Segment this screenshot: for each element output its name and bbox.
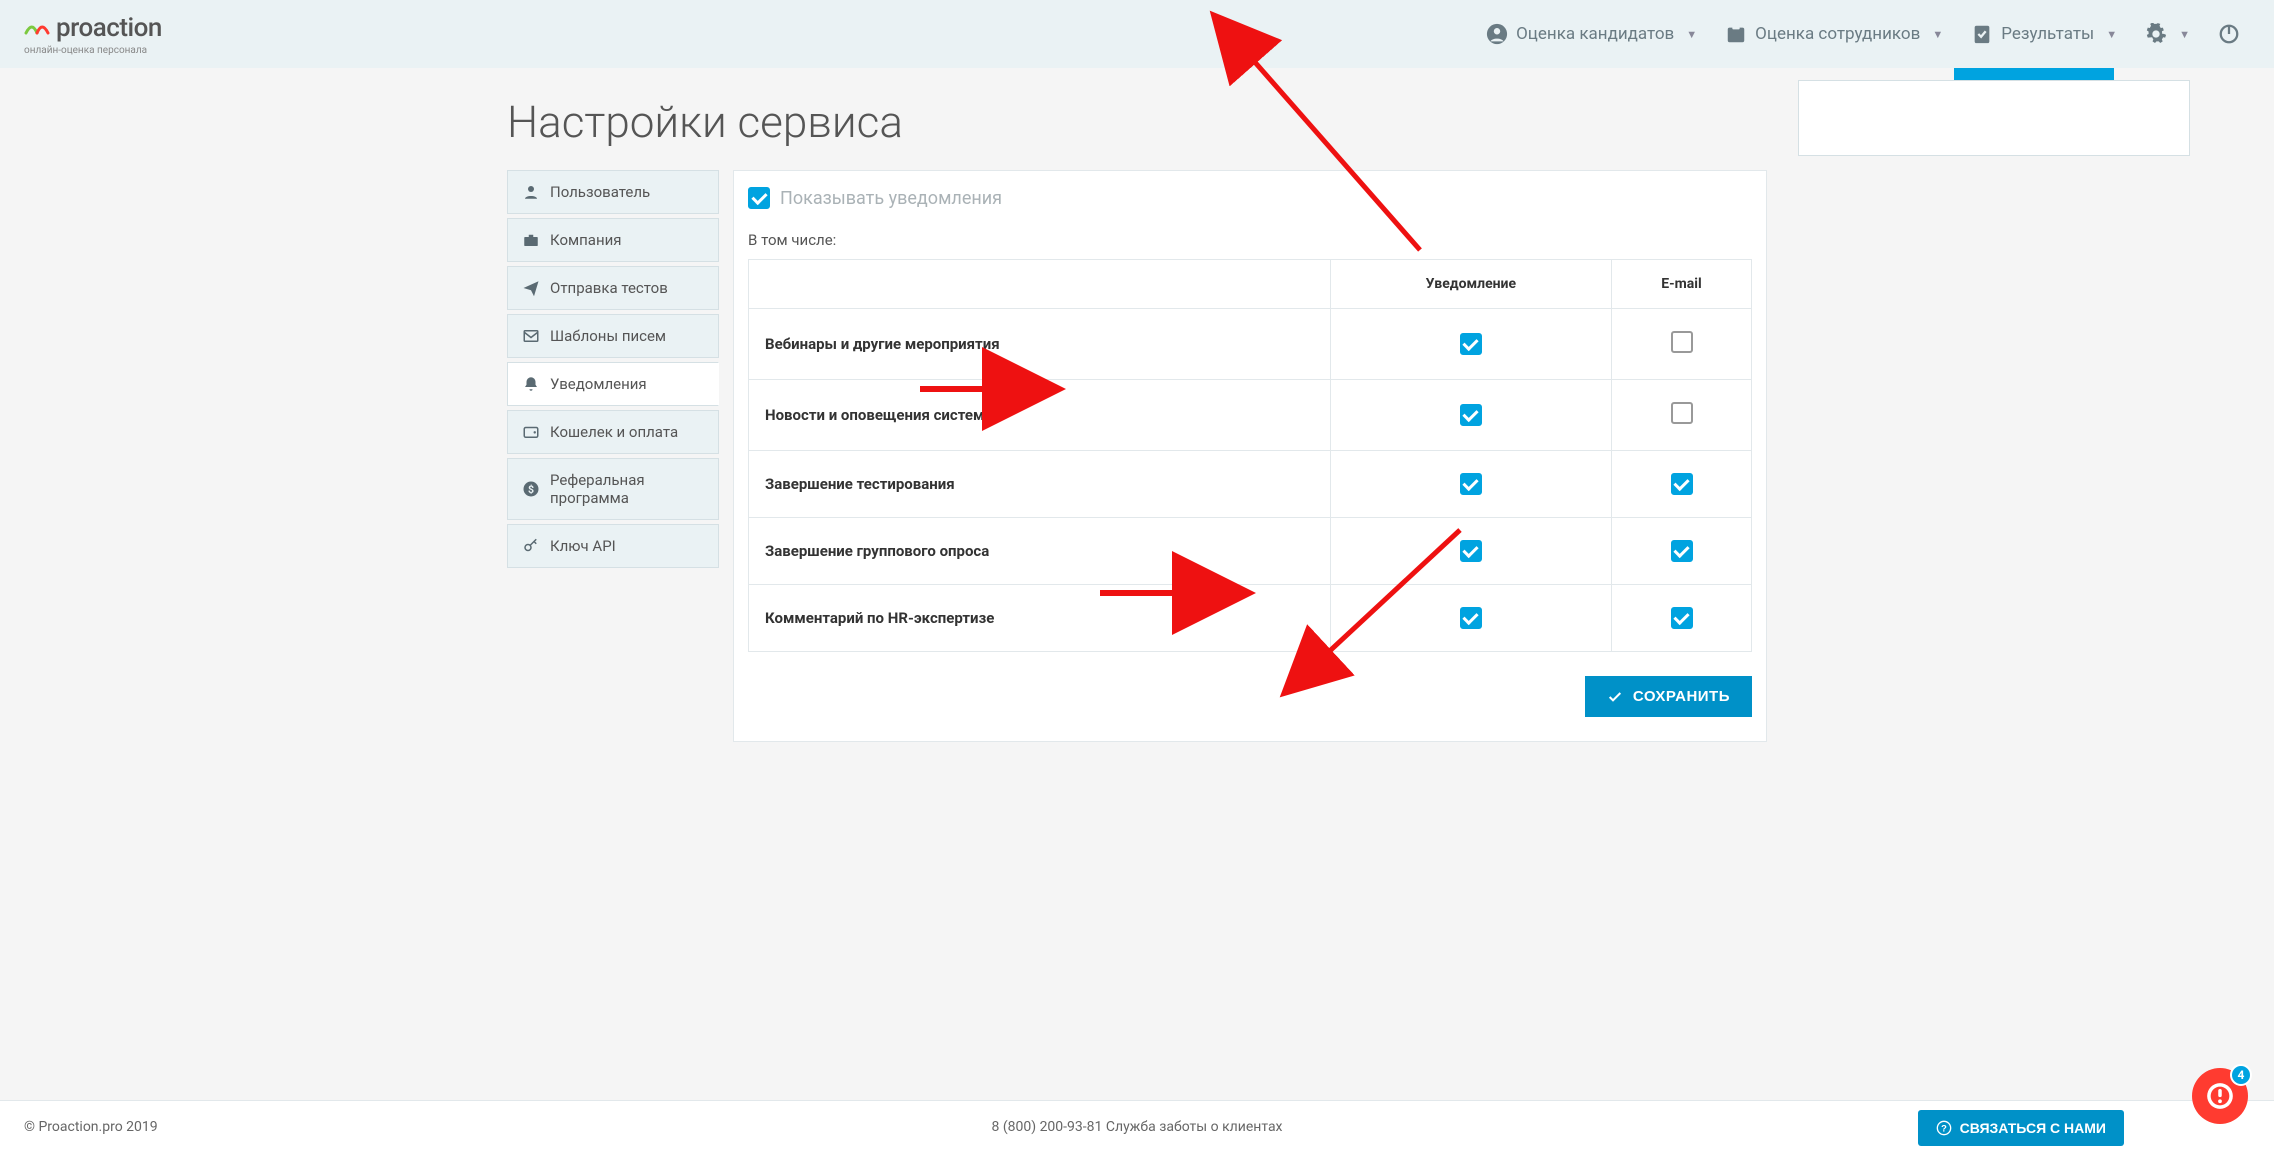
sidebar-tab-label: Отправка тестов: [550, 279, 668, 297]
sidebar-tab-7[interactable]: Ключ API: [507, 524, 719, 568]
sidebar-tab-label: Пользователь: [550, 183, 650, 201]
notifications-table: Уведомление E-mail Вебинары и другие мер…: [748, 259, 1752, 652]
sidebar-tab-6[interactable]: $ Реферальная программа: [507, 458, 719, 520]
row-label: Завершение тестирования: [765, 475, 955, 493]
sidebar-tab-label: Ключ API: [550, 537, 616, 555]
footer-phone: 8 (800) 200-93-81 Служба заботы о клиент…: [991, 1119, 1282, 1135]
row-label: Завершение группового опроса: [765, 542, 989, 560]
contact-us-label: СВЯЗАТЬСЯ С НАМИ: [1960, 1120, 2106, 1136]
col-email: E-mail: [1612, 260, 1752, 309]
svg-text:$: $: [528, 483, 534, 496]
sidebar-tab-2[interactable]: Отправка тестов: [507, 266, 719, 310]
sidebar-tab-5[interactable]: Кошелек и оплата: [507, 410, 719, 454]
chevron-down-icon: ▼: [1932, 28, 1943, 41]
svg-text:?: ?: [1941, 1123, 1947, 1133]
power-icon: [2218, 23, 2240, 45]
including-label: В том числе:: [748, 231, 1752, 249]
app-header: proaction онлайн-оценка персонала Оценка…: [0, 0, 2274, 68]
contact-us-button[interactable]: ? СВЯЗАТЬСЯ С НАМИ: [1918, 1110, 2124, 1146]
col-type: [749, 260, 1331, 309]
notification-checkbox[interactable]: [1460, 540, 1482, 562]
show-notifications-label: Показывать уведомления: [780, 188, 1002, 209]
email-checkbox[interactable]: [1671, 540, 1693, 562]
logo-block[interactable]: proaction онлайн-оценка персонала: [24, 13, 162, 56]
row-label: Комментарий по HR-экспертизе: [765, 609, 994, 627]
email-checkbox[interactable]: [1671, 607, 1693, 629]
save-button-label: СОХРАНИТЬ: [1633, 688, 1730, 705]
chevron-down-icon: ▼: [2106, 28, 2117, 41]
settings-tabs: Пользователь Компания Отправка тестов Шабло…: [507, 170, 719, 568]
nav-logout[interactable]: [2208, 15, 2250, 53]
help-icon: ?: [1936, 1120, 1952, 1136]
show-notifications-row: Показывать уведомления: [748, 187, 1752, 209]
row-label: Вебинары и другие мероприятия: [765, 335, 1000, 353]
sidebar-tab-3[interactable]: Шаблоны писем: [507, 314, 719, 358]
sidebar-tab-label: Уведомления: [550, 375, 647, 393]
nav-results-label: Результаты: [2001, 24, 2094, 44]
blue-accent-bar: [1954, 68, 2114, 80]
table-row: Завершение группового опроса: [749, 518, 1752, 585]
notification-checkbox[interactable]: [1460, 473, 1482, 495]
clipboard-check-icon: [1971, 23, 1993, 45]
sidebar-tab-4[interactable]: Уведомления: [507, 362, 719, 406]
nav-candidates-label: Оценка кандидатов: [1516, 24, 1674, 44]
col-notification: Уведомление: [1330, 260, 1611, 309]
nav-results[interactable]: Результаты ▼: [1961, 15, 2127, 53]
row-label: Новости и оповещения системы: [765, 406, 997, 424]
save-button[interactable]: СОХРАНИТЬ: [1585, 676, 1752, 717]
check-icon: [1607, 689, 1623, 705]
alert-icon: [2206, 1082, 2234, 1110]
logo-tagline: онлайн-оценка персонала: [24, 45, 162, 56]
sidebar-tab-1[interactable]: Компания: [507, 218, 719, 262]
table-row: Завершение тестирования: [749, 451, 1752, 518]
show-notifications-checkbox[interactable]: [748, 187, 770, 209]
table-row: Комментарий по HR-экспертизе: [749, 585, 1752, 652]
nav-candidates[interactable]: Оценка кандидатов ▼: [1476, 15, 1707, 53]
person-circle-icon: [1486, 23, 1508, 45]
chevron-down-icon: ▼: [2179, 28, 2190, 41]
sidebar-tab-label: Шаблоны писем: [550, 327, 666, 345]
notification-fab[interactable]: 4: [2192, 1068, 2248, 1124]
notification-checkbox[interactable]: [1460, 333, 1482, 355]
nav-employees[interactable]: Оценка сотрудников ▼: [1715, 15, 1953, 53]
email-checkbox[interactable]: [1671, 473, 1693, 495]
table-row: Новости и оповещения системы: [749, 380, 1752, 451]
footer-copyright: © Proaction.pro 2019: [24, 1119, 158, 1135]
notification-checkbox[interactable]: [1460, 607, 1482, 629]
chevron-down-icon: ▼: [1686, 28, 1697, 41]
nav-settings[interactable]: ▼: [2135, 15, 2200, 53]
settings-dropdown-panel[interactable]: [1798, 80, 2190, 156]
email-checkbox[interactable]: [1671, 402, 1693, 424]
notifications-panel: Показывать уведомления В том числе: Увед…: [733, 170, 1767, 742]
sidebar-tab-label: Реферальная программа: [550, 471, 704, 507]
logo-text: proaction: [56, 13, 162, 43]
notification-badge: 4: [2230, 1064, 2252, 1086]
logo: proaction: [24, 13, 162, 43]
sidebar-tab-label: Компания: [550, 231, 621, 249]
page-title: Настройки сервиса: [507, 96, 1767, 148]
nav-employees-label: Оценка сотрудников: [1755, 24, 1920, 44]
sidebar-tab-0[interactable]: Пользователь: [507, 170, 719, 214]
main-nav: Оценка кандидатов ▼ Оценка сотрудников ▼…: [1476, 15, 2250, 53]
table-row: Вебинары и другие мероприятия: [749, 309, 1752, 380]
notification-checkbox[interactable]: [1460, 404, 1482, 426]
badge-icon: [1725, 23, 1747, 45]
gear-icon: [2145, 23, 2167, 45]
sidebar-tab-label: Кошелек и оплата: [550, 423, 678, 441]
email-checkbox[interactable]: [1671, 331, 1693, 353]
logo-icon: [24, 19, 50, 37]
